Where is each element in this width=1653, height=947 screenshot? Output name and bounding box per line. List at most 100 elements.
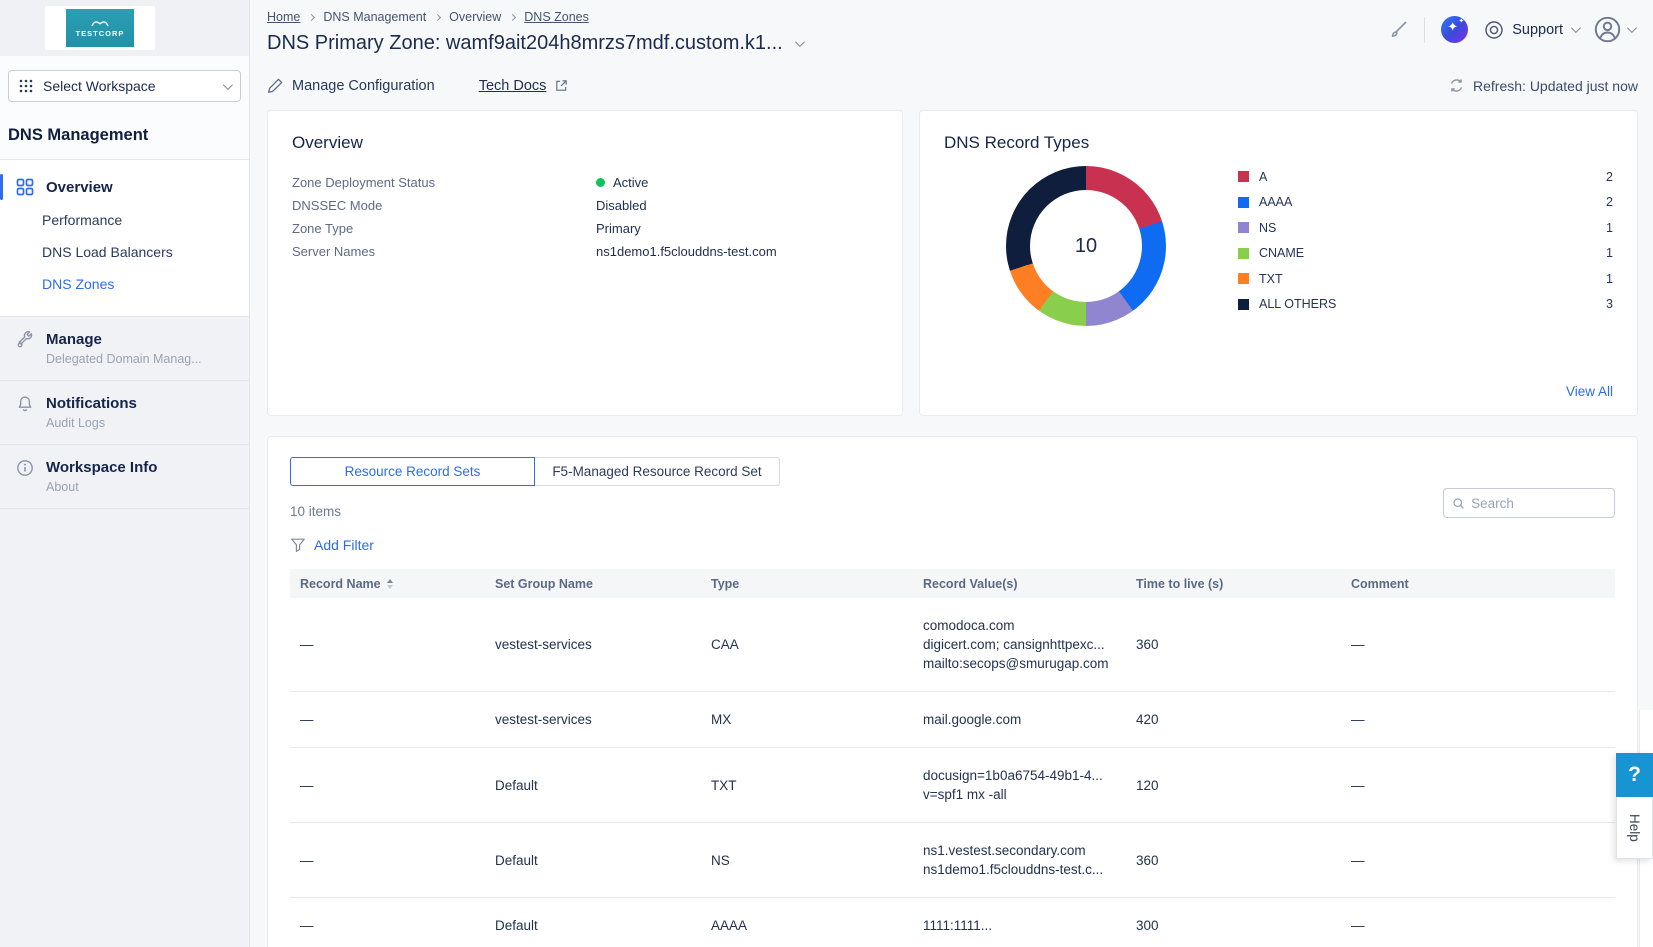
divider: [1424, 17, 1425, 43]
record-value-line: comodoca.com: [923, 616, 1122, 635]
record-value-line: v=spf1 mx -all: [923, 785, 1122, 804]
overview-row: DNSSEC ModeDisabled: [292, 194, 878, 217]
view-all-link[interactable]: View All: [1566, 384, 1613, 399]
overview-row-value-text: Active: [613, 175, 648, 190]
table-row[interactable]: —DefaultTXTdocusign=1b0a6754-49b1-4...v=…: [290, 748, 1615, 823]
set-group-cell: vestest-services: [485, 692, 701, 747]
overview-card-title: Overview: [292, 133, 878, 153]
title-chevron-down-icon[interactable]: [795, 37, 805, 47]
breadcrumb-separator-icon: [308, 13, 315, 20]
column-header[interactable]: Type: [701, 577, 913, 591]
workspace-selector[interactable]: Select Workspace: [8, 70, 241, 102]
table-header: Record NameSet Group NameTypeRecord Valu…: [290, 569, 1615, 598]
record-values-cell: mail.google.com: [913, 692, 1126, 747]
sidebar-item-overview[interactable]: Overview: [0, 170, 249, 204]
sidebar-item-notifications[interactable]: Notifications Audit Logs: [0, 380, 249, 444]
ai-assistant-icon[interactable]: ✦✦: [1441, 16, 1468, 43]
table-row[interactable]: —DefaultAAAA1111:1111...300—: [290, 898, 1615, 947]
legend-swatch: [1238, 248, 1249, 259]
legend-count: 2: [1606, 195, 1613, 209]
record-value-line: ns1.vestest.secondary.com: [923, 841, 1122, 860]
add-filter-button[interactable]: Add Filter: [290, 537, 374, 553]
refresh-button[interactable]: Refresh: Updated just now: [1448, 77, 1638, 94]
column-header[interactable]: Comment: [1341, 577, 1615, 591]
sidebar-item-dns-zones[interactable]: DNS Zones: [0, 268, 249, 300]
search-box: [1443, 488, 1615, 518]
record-value-line: mailto:secops@smurugap.com: [923, 654, 1122, 673]
donut-center-total: 10: [1030, 190, 1142, 302]
sidebar-item-sub: Delegated Domain Manag...: [46, 352, 202, 366]
manage-configuration-button[interactable]: Manage Configuration: [267, 77, 435, 94]
overview-row: Zone Deployment Status Active: [292, 171, 878, 194]
add-filter-label: Add Filter: [314, 537, 374, 553]
comment-cell: —: [1341, 833, 1615, 888]
chart-title: DNS Record Types: [944, 133, 1613, 153]
set-group-cell: Default: [485, 833, 701, 888]
overview-row-label: Zone Type: [292, 221, 596, 236]
filter-funnel-icon: [290, 537, 306, 553]
sidebar-item-label: Manage: [46, 331, 202, 348]
chevron-down-icon: [223, 80, 233, 90]
column-header[interactable]: Record Value(s): [913, 577, 1126, 591]
search-input[interactable]: [1471, 496, 1606, 511]
tab-resource-record-sets[interactable]: Resource Record Sets: [290, 457, 535, 486]
breadcrumb-item[interactable]: DNS Zones: [524, 10, 589, 24]
table-body: —vestest-servicesCAAcomodoca.comdigicert…: [290, 598, 1615, 947]
breadcrumb-item[interactable]: Overview: [449, 10, 501, 24]
donut-chart[interactable]: 10: [1006, 166, 1166, 326]
comment-cell: —: [1341, 692, 1615, 747]
page-title: DNS Primary Zone: wamf9ait204h8mrzs7mdf.…: [267, 32, 783, 55]
dns-record-types-card: DNS Record Types 10 A2AAAA2NS1CNAME1TXT1…: [919, 110, 1638, 416]
legend-row[interactable]: CNAME1: [1238, 241, 1613, 267]
overview-row-value-text: Primary: [596, 221, 641, 236]
legend-row[interactable]: TXT1: [1238, 266, 1613, 292]
page-title-row: DNS Primary Zone: wamf9ait204h8mrzs7mdf.…: [267, 32, 802, 55]
sidebar-item-workspace-info[interactable]: Workspace Info About: [0, 444, 249, 508]
column-header[interactable]: Record Name: [290, 577, 485, 591]
sort-icon[interactable]: [387, 579, 393, 589]
refresh-label: Refresh: Updated just now: [1473, 78, 1638, 94]
breadcrumb-item[interactable]: DNS Management: [323, 10, 426, 24]
column-header[interactable]: Time to live (s): [1126, 577, 1341, 591]
table-row[interactable]: —DefaultNSns1.vestest.secondary.comns1de…: [290, 823, 1615, 898]
tech-docs-link[interactable]: Tech Docs: [479, 78, 570, 94]
column-header[interactable]: Set Group Name: [485, 577, 701, 591]
grid-dots-icon: [19, 79, 33, 93]
ttl-cell: 360: [1126, 833, 1341, 888]
sidebar-item-sub: About: [46, 480, 157, 494]
set-group-cell: Default: [485, 898, 701, 947]
overview-row-label: Zone Deployment Status: [292, 175, 596, 190]
ttl-cell: 420: [1126, 692, 1341, 747]
legend-row[interactable]: AAAA2: [1238, 190, 1613, 216]
items-count: 10 items: [290, 504, 1615, 519]
tab-f5-managed-resource-record-set[interactable]: F5-Managed Resource Record Set: [535, 457, 780, 486]
record-name-cell: —: [290, 617, 485, 672]
logo[interactable]: TESTCORP: [45, 6, 155, 50]
tabs: Resource Record Sets F5-Managed Resource…: [290, 457, 1615, 486]
legend-count: 1: [1606, 272, 1613, 286]
overview-row: Zone TypePrimary: [292, 217, 878, 240]
help-question-button[interactable]: ?: [1616, 753, 1653, 797]
paintbrush-icon[interactable]: [1388, 20, 1408, 40]
sidebar-item-manage[interactable]: Manage Delegated Domain Manag...: [0, 316, 249, 380]
sidebar-item-dns-load-balancers[interactable]: DNS Load Balancers: [0, 236, 249, 268]
support-menu[interactable]: Support: [1484, 20, 1578, 40]
type-cell: MX: [701, 692, 913, 747]
overview-row-value: Disabled: [596, 198, 647, 213]
legend-row[interactable]: A2: [1238, 164, 1613, 190]
sidebar-filler: [0, 508, 249, 947]
account-menu[interactable]: [1594, 16, 1634, 43]
legend-swatch: [1238, 222, 1249, 233]
breadcrumb-separator-icon: [434, 13, 441, 20]
overview-row-label: DNSSEC Mode: [292, 198, 596, 213]
legend-row[interactable]: NS1: [1238, 215, 1613, 241]
table-row[interactable]: —vestest-servicesMXmail.google.com420—: [290, 692, 1615, 748]
help-tab[interactable]: Help: [1616, 797, 1653, 859]
breadcrumb-item[interactable]: Home: [267, 10, 300, 24]
legend-row[interactable]: ALL OTHERS3: [1238, 292, 1613, 318]
sidebar-item-performance[interactable]: Performance: [0, 204, 249, 236]
legend: A2AAAA2NS1CNAME1TXT1ALL OTHERS3: [1238, 164, 1613, 317]
table-row[interactable]: —vestest-servicesCAAcomodoca.comdigicert…: [290, 598, 1615, 692]
sidebar-group-overview: Overview PerformanceDNS Load BalancersDN…: [0, 159, 249, 316]
legend-label: ALL OTHERS: [1259, 297, 1606, 311]
